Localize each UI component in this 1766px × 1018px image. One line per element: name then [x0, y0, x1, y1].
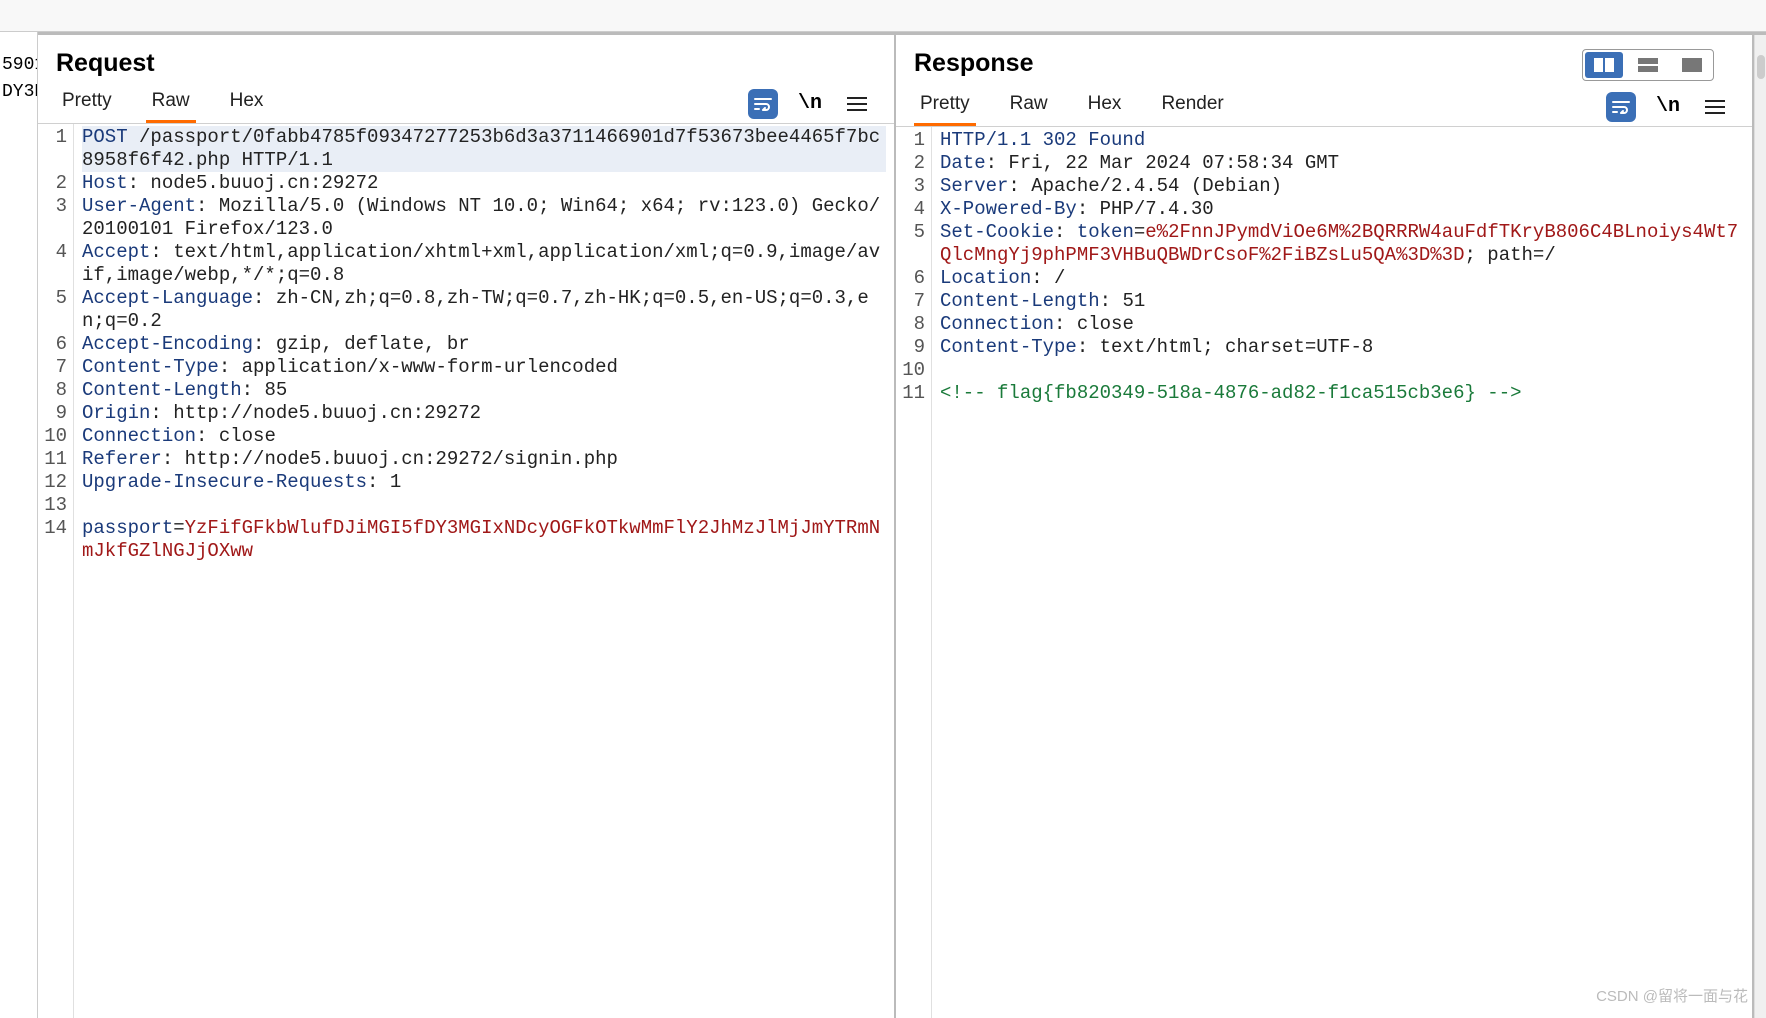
tab-hex[interactable]: Hex [1082, 87, 1128, 126]
line-number: 9 [896, 336, 925, 359]
code-line[interactable]: <!-- flag{fb820349-518a-4876-ad82-f1ca51… [940, 382, 1744, 405]
request-tabbar: Pretty Raw Hex \n [38, 84, 894, 124]
code-line[interactable]: Connection: close [82, 425, 886, 448]
code-line[interactable]: Referer: http://node5.buuoj.cn:29272/sig… [82, 448, 886, 471]
code-line[interactable]: Accept-Encoding: gzip, deflate, br [82, 333, 886, 356]
response-title: Response [914, 49, 1033, 78]
line-number: 1 [896, 129, 925, 152]
code-line[interactable]: Content-Length: 51 [940, 290, 1744, 313]
sidebar-row[interactable]: DY3N [0, 79, 37, 106]
code-line[interactable]: Content-Type: text/html; charset=UTF-8 [940, 336, 1744, 359]
code-line[interactable]: Accept-Language: zh-CN,zh;q=0.8,zh-TW;q=… [82, 287, 886, 333]
line-number: 5 [38, 287, 67, 333]
line-number: 11 [38, 448, 67, 471]
left-sidebar[interactable]: 5901 DY3N [0, 32, 38, 1018]
code-line[interactable]: Server: Apache/2.4.54 (Debian) [940, 175, 1744, 198]
sidebar-row[interactable]: 5901 [0, 52, 37, 79]
menu-button[interactable] [1700, 92, 1730, 122]
tab-pretty[interactable]: Pretty [56, 84, 118, 123]
response-tabbar: Pretty Raw Hex Render \n [896, 87, 1752, 127]
line-number: 2 [38, 172, 67, 195]
line-number: 4 [896, 198, 925, 221]
code-line[interactable]: X-Powered-By: PHP/7.4.30 [940, 198, 1744, 221]
layout-columns-button[interactable] [1585, 52, 1623, 78]
code-line[interactable]: POST /passport/0fabb4785f09347277253b6d3… [82, 126, 886, 172]
watermark: CSDN @留将一面与花 [1596, 985, 1748, 1006]
code-line[interactable]: Connection: close [940, 313, 1744, 336]
line-number: 6 [896, 267, 925, 290]
line-number: 4 [38, 241, 67, 287]
code-line[interactable]: Location: / [940, 267, 1744, 290]
line-number: 14 [38, 517, 67, 563]
code-line[interactable]: passport=YzFifGFkbWlufDJiMGI5fDY3MGIxNDc… [82, 517, 886, 563]
code-line[interactable]: Origin: http://node5.buuoj.cn:29272 [82, 402, 886, 425]
line-number: 13 [38, 494, 67, 517]
menu-button[interactable] [842, 89, 872, 119]
line-number: 6 [38, 333, 67, 356]
line-number: 11 [896, 382, 925, 405]
show-newlines-button[interactable]: \n [798, 92, 822, 115]
line-number: 5 [896, 221, 925, 267]
request-editor[interactable]: 1234567891011121314 POST /passport/0fabb… [38, 124, 894, 1018]
line-number: 8 [896, 313, 925, 336]
line-number: 7 [896, 290, 925, 313]
code-line[interactable]: User-Agent: Mozilla/5.0 (Windows NT 10.0… [82, 195, 886, 241]
code-line[interactable]: Content-Length: 85 [82, 379, 886, 402]
code-line[interactable]: Accept: text/html,application/xhtml+xml,… [82, 241, 886, 287]
code-line[interactable]: Host: node5.buuoj.cn:29272 [82, 172, 886, 195]
line-number: 9 [38, 402, 67, 425]
line-number: 1 [38, 126, 67, 172]
code-line[interactable]: Upgrade-Insecure-Requests: 1 [82, 471, 886, 494]
top-toolbar [0, 0, 1766, 32]
line-number: 7 [38, 356, 67, 379]
layout-rows-button[interactable] [1629, 52, 1667, 78]
request-title: Request [56, 49, 155, 78]
code-line[interactable]: HTTP/1.1 302 Found [940, 129, 1744, 152]
tab-hex[interactable]: Hex [224, 84, 270, 123]
tab-pretty[interactable]: Pretty [914, 87, 976, 126]
code-line[interactable] [940, 359, 1744, 382]
line-number: 8 [38, 379, 67, 402]
wrap-lines-button[interactable] [748, 89, 778, 119]
tab-raw[interactable]: Raw [146, 84, 196, 123]
response-pane: Response Pretty Raw Hex Render \n [896, 35, 1754, 1018]
code-line[interactable]: Content-Type: application/x-www-form-url… [82, 356, 886, 379]
line-number: 12 [38, 471, 67, 494]
line-number: 3 [38, 195, 67, 241]
tab-render[interactable]: Render [1155, 87, 1229, 126]
scrollbar[interactable] [1754, 35, 1766, 1018]
line-number: 10 [38, 425, 67, 448]
tab-raw[interactable]: Raw [1004, 87, 1054, 126]
code-line[interactable]: Date: Fri, 22 Mar 2024 07:58:34 GMT [940, 152, 1744, 175]
line-number: 3 [896, 175, 925, 198]
code-line[interactable] [82, 494, 886, 517]
line-number: 2 [896, 152, 925, 175]
request-pane: Request PrettyRawHex \n 1234567891011121… [38, 35, 896, 1018]
wrap-lines-button[interactable] [1606, 92, 1636, 122]
line-number: 10 [896, 359, 925, 382]
layout-combined-button[interactable] [1673, 52, 1711, 78]
response-editor[interactable]: 1234567891011 HTTP/1.1 302 FoundDate: Fr… [896, 127, 1752, 1018]
show-newlines-button[interactable]: \n [1656, 95, 1680, 118]
code-line[interactable]: Set-Cookie: token=e%2FnnJPymdViOe6M%2BQR… [940, 221, 1744, 267]
layout-toggle-group [1582, 49, 1714, 81]
